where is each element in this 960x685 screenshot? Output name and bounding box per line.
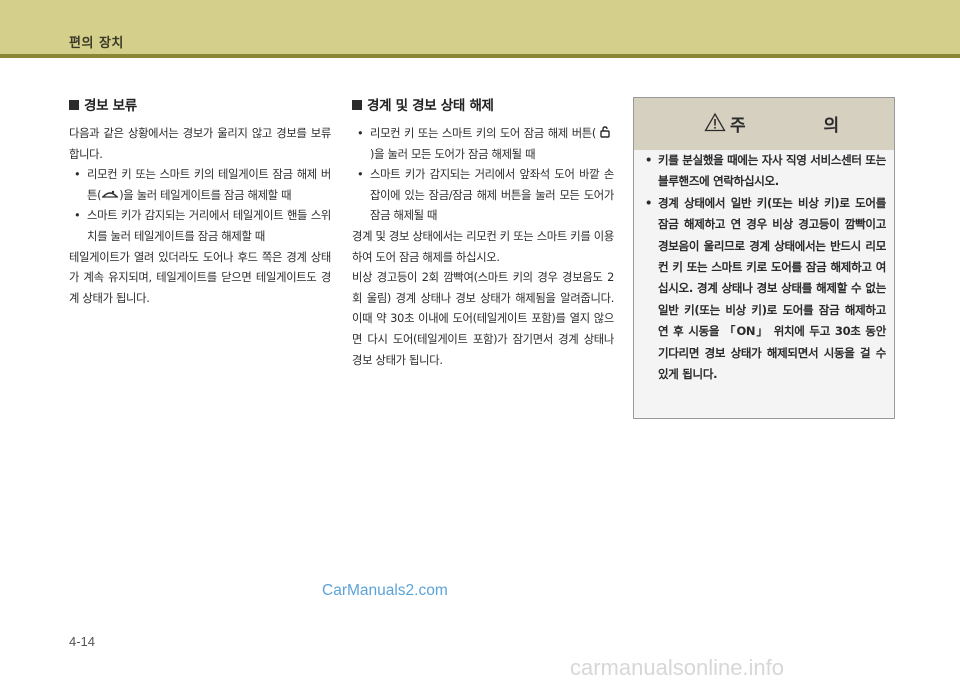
section-title-text: 경보 보류	[84, 98, 137, 114]
caution-list: 키를 분실했을 때에는 자사 직영 서비스센터 또는 블루핸즈에 연락하십시오.…	[642, 150, 886, 385]
tailgate-unlock-icon	[102, 190, 119, 198]
page-header: 편의 장치	[0, 0, 960, 54]
outro-paragraph: 테일게이트가 열려 있더라도 도어나 후드 쪽은 경계 상태가 계속 유지되며,…	[69, 250, 331, 305]
door-unlock-icon	[600, 126, 610, 138]
section-title: 경보 보류	[69, 96, 331, 116]
list-item: 스마트 키가 감지되는 거리에서 앞좌석 도어 바깥 손잡이에 있는 잠금/잠금…	[352, 165, 614, 227]
paragraph: 경계 및 경보 상태에서는 리모컨 키 또는 스마트 키를 이용하여 도어 잠금…	[352, 229, 614, 264]
warning-triangle-icon	[704, 112, 726, 132]
square-bullet-icon	[352, 100, 362, 110]
intro-paragraph: 다음과 같은 상황에서는 경보가 울리지 않고 경보를 보류합니다.	[69, 127, 331, 161]
list-item: 리모컨 키 또는 스마트 키의 테일게이트 잠금 해제 버튼()을 눌러 테일게…	[69, 165, 331, 206]
caution-box: 주 의 키를 분실했을 때에는 자사 직영 서비스센터 또는 블루핸즈에 연락하…	[633, 97, 895, 419]
paragraph: 비상 경고등이 2회 깜빡여(스마트 키의 경우 경보음도 2회 울림) 경계 …	[352, 271, 614, 367]
list-item-text-b: )을 눌러 테일게이트를 잠금 해제할 때	[119, 188, 292, 202]
bullet-list: 리모컨 키 또는 스마트 키의 도어 잠금 해제 버튼( )을 눌러 모든 도어가…	[352, 124, 614, 227]
caution-header: 주 의	[634, 98, 894, 150]
section-title-text: 경계 및 경보 상태 해제	[367, 98, 494, 114]
list-item-text-b: )을 눌러 모든 도어가 잠금 해제될 때	[370, 147, 536, 161]
list-item: 키를 분실했을 때에는 자사 직영 서비스센터 또는 블루핸즈에 연락하십시오.	[642, 150, 886, 193]
footer-watermark: carmanualsonline.info	[570, 655, 785, 680]
section-alarm-release: 경계 및 경보 상태 해제 리모컨 키 또는 스마트 키의 도어 잠금 해제 버…	[352, 96, 614, 371]
list-item: 경계 상태에서 일반 키(또는 비상 키)로 도어를 잠금 해제하고 연 경우 …	[642, 193, 886, 386]
page-number: 4-14	[69, 634, 96, 649]
header-title: 편의 장치	[69, 36, 124, 51]
list-item-text-a: 리모컨 키 또는 스마트 키의 도어 잠금 해제 버튼(	[370, 127, 596, 140]
list-item: 스마트 키가 감지되는 거리에서 테일게이트 핸들 스위치를 눌러 테일게이트를…	[69, 206, 331, 247]
bullet-list: 리모컨 키 또는 스마트 키의 테일게이트 잠금 해제 버튼()을 눌러 테일게…	[69, 165, 331, 247]
header-rule	[0, 54, 960, 58]
watermark-text: CarManuals2.com	[322, 582, 448, 599]
section-alarm-hold: 경보 보류 다음과 같은 상황에서는 경보가 울리지 않고 경보를 보류합니다.…	[69, 96, 331, 309]
caution-title: 주 의	[730, 116, 876, 136]
square-bullet-icon	[69, 100, 79, 110]
section-title: 경계 및 경보 상태 해제	[352, 96, 614, 116]
list-item: 리모컨 키 또는 스마트 키의 도어 잠금 해제 버튼( )을 눌러 모든 도어가…	[352, 124, 614, 165]
